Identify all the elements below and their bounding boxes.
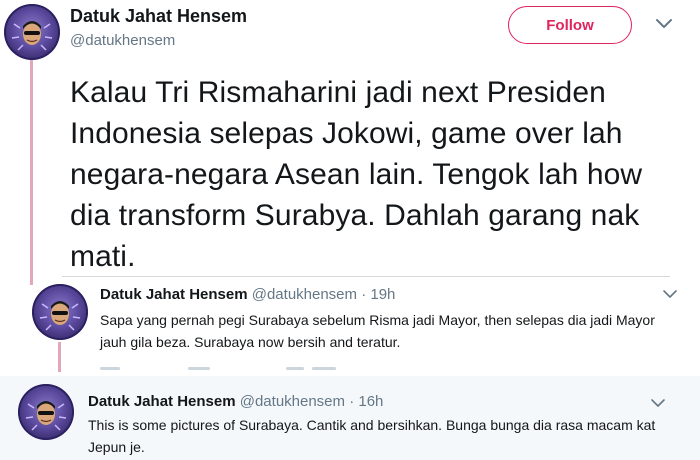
avatar-image: [4, 4, 60, 60]
retweet-icon[interactable]: [188, 367, 210, 370]
chevron-down-icon[interactable]: [650, 397, 666, 409]
reply-author-name[interactable]: Datuk Jahat Hensem @datukhensem · 16h: [88, 393, 383, 410]
like-icon[interactable]: [286, 367, 304, 370]
reply-text: Sapa yang pernah pegi Surabaya sebelum R…: [100, 312, 655, 350]
reply-handle-time[interactable]: @datukhensem · 16h: [240, 393, 384, 410]
reply-icon[interactable]: [100, 367, 120, 370]
reply-text: This is some pictures of Surabaya. Canti…: [88, 417, 656, 455]
reply-author-name[interactable]: Datuk Jahat Hensem @datukhensem · 19h: [100, 286, 395, 303]
like-count: [312, 367, 336, 370]
reply-handle-time[interactable]: @datukhensem · 19h: [252, 286, 396, 303]
reply-avatar[interactable]: [18, 384, 74, 440]
author-handle[interactable]: @datukhensem: [70, 32, 175, 49]
author-avatar[interactable]: [4, 4, 60, 60]
follow-button[interactable]: Follow: [508, 6, 632, 44]
author-display-name[interactable]: Datuk Jahat Hensem: [70, 6, 247, 27]
thread-line-main: [30, 60, 33, 285]
reply-display-name[interactable]: Datuk Jahat Hensem: [88, 393, 236, 410]
reply-avatar[interactable]: [32, 284, 88, 340]
chevron-down-icon[interactable]: [654, 16, 674, 32]
thread-line-reply1: [58, 342, 61, 372]
avatar-image: [18, 384, 74, 440]
divider: [62, 276, 670, 277]
tweet-text: Kalau Tri Rismaharini jadi next Presiden…: [70, 76, 643, 273]
chevron-down-icon[interactable]: [662, 288, 678, 300]
reply-display-name[interactable]: Datuk Jahat Hensem: [100, 286, 248, 303]
reply-actions-row: [100, 366, 400, 374]
avatar-image: [32, 284, 88, 340]
